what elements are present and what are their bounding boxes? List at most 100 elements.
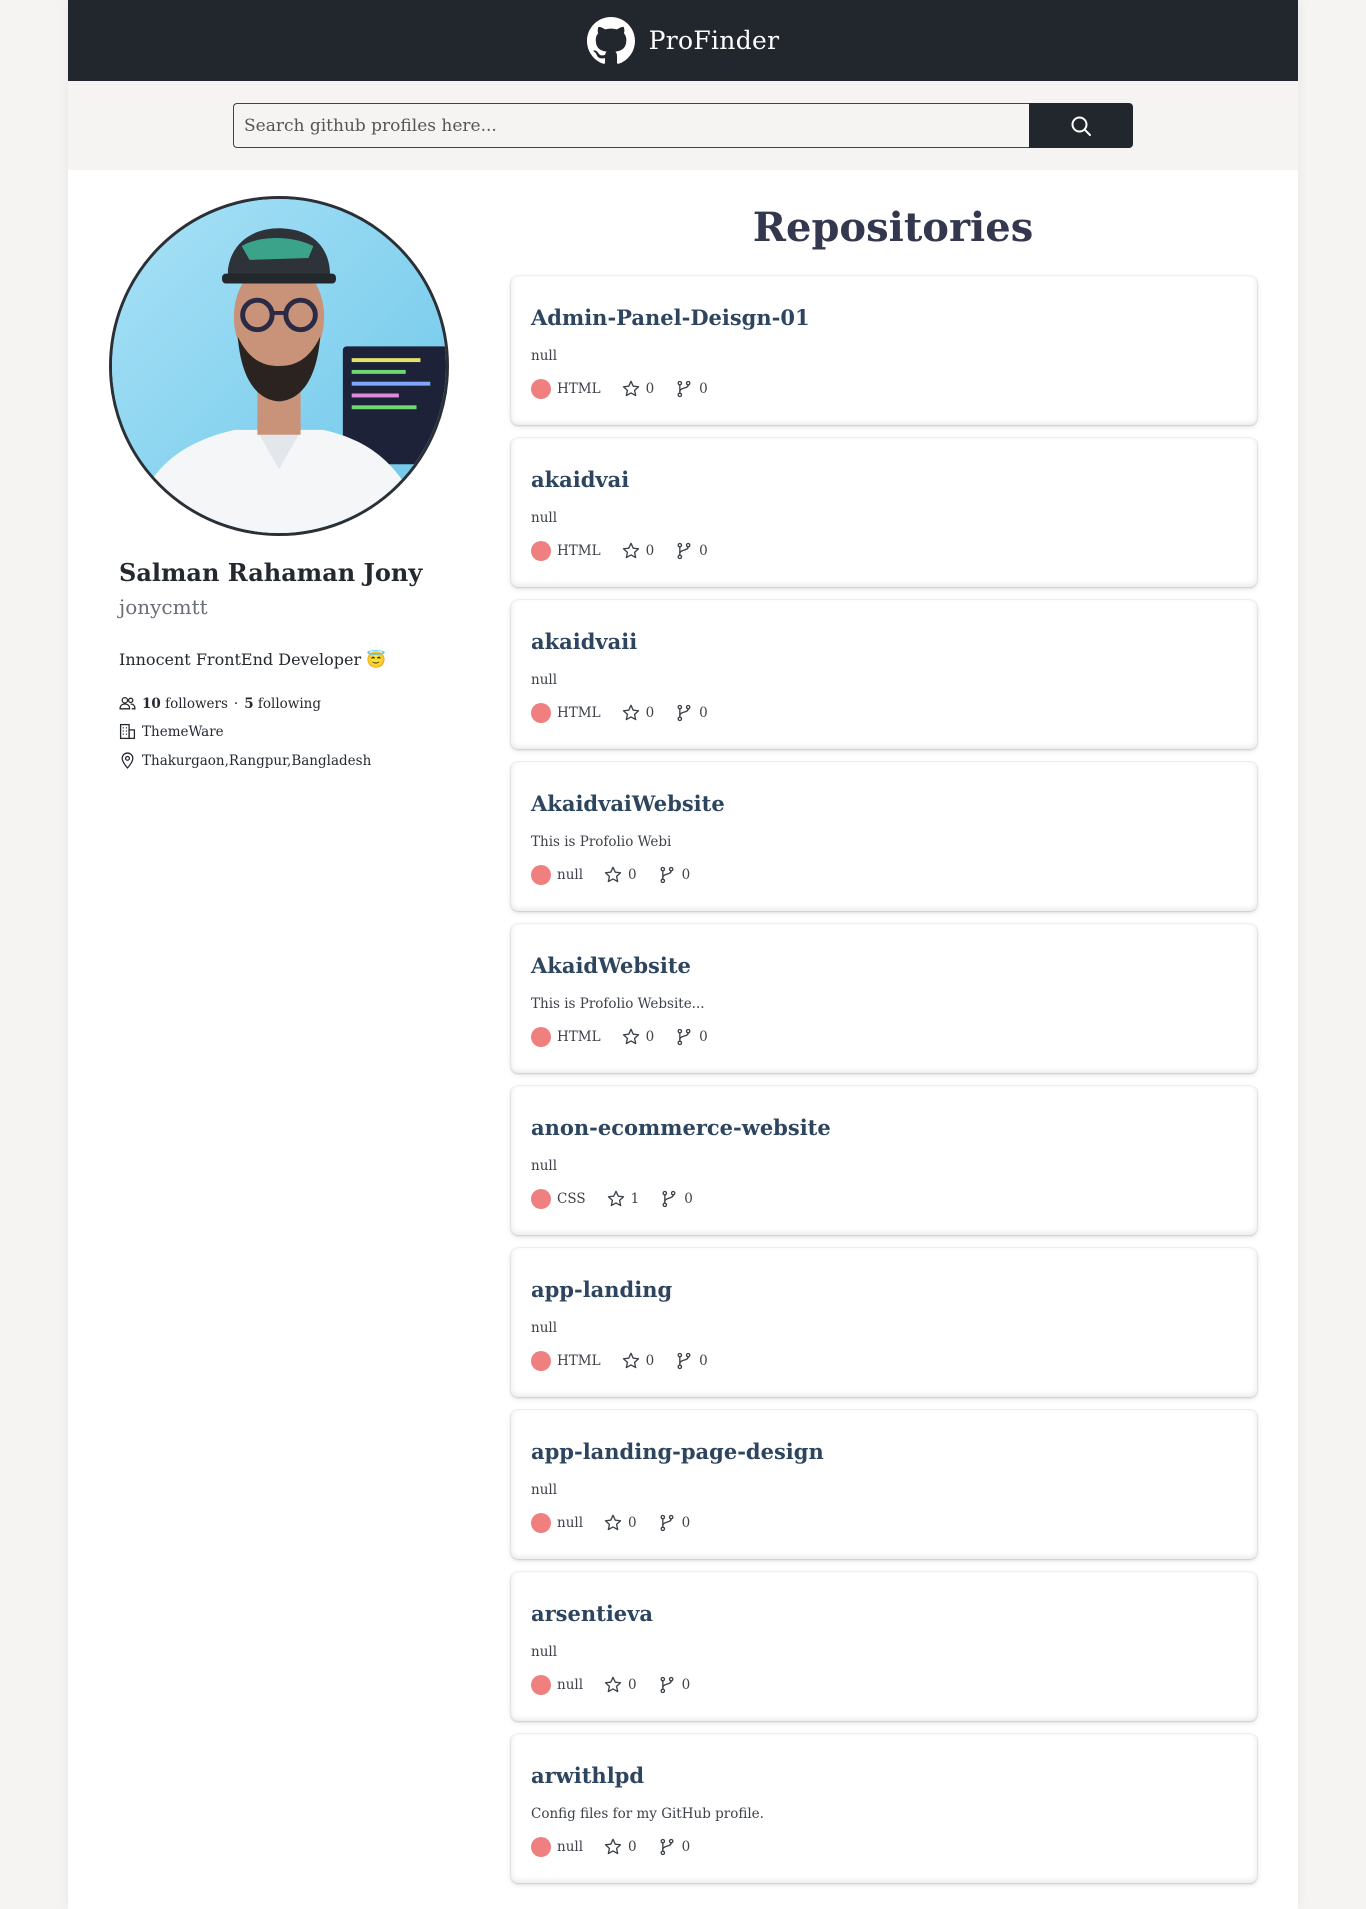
followers-link[interactable]: 10 followers xyxy=(142,696,228,712)
repository-forks: 0 xyxy=(684,1191,693,1207)
language-color-dot xyxy=(531,1675,551,1695)
repository-list: Admin-Panel-Deisgn-01 null HTML 0 0 akai… xyxy=(511,276,1257,1896)
repository-card: Admin-Panel-Deisgn-01 null HTML 0 0 xyxy=(511,276,1257,425)
language-color-dot xyxy=(531,1027,551,1047)
language-color-dot xyxy=(531,703,551,723)
repository-forks: 0 xyxy=(699,381,708,397)
repository-language: CSS xyxy=(557,1191,586,1207)
repository-card: akaidvai null HTML 0 0 xyxy=(511,438,1257,587)
repository-stars: 0 xyxy=(645,705,655,721)
language-color-dot xyxy=(531,1513,551,1533)
followers-count: 10 xyxy=(142,695,161,712)
repository-description: null xyxy=(531,1158,558,1174)
repository-language: null xyxy=(557,1677,584,1693)
location-text: Thakurgaon,Rangpur,Bangladesh xyxy=(142,752,372,769)
star-icon xyxy=(622,1028,639,1045)
repository-description: null xyxy=(531,510,558,526)
language-color-dot xyxy=(531,1837,551,1857)
search-bar-area xyxy=(68,81,1298,170)
repository-card: app-landing null HTML 0 0 xyxy=(511,1248,1257,1397)
language-color-dot xyxy=(531,379,551,399)
company-name: ThemeWare xyxy=(142,723,224,740)
repository-language: null xyxy=(557,1839,584,1855)
profile-login[interactable]: jonycmtt xyxy=(119,595,208,619)
search-icon xyxy=(1071,116,1091,136)
following-label: following xyxy=(257,695,322,712)
repository-forks: 0 xyxy=(681,1515,691,1531)
fork-icon xyxy=(677,542,691,560)
repository-card: anon-ecommerce-website null CSS 1 0 xyxy=(511,1086,1257,1235)
repository-name-link[interactable]: arsentieva xyxy=(531,1601,653,1626)
language-color-dot xyxy=(531,865,551,885)
location-row: Thakurgaon,Rangpur,Bangladesh xyxy=(119,752,371,769)
fork-icon xyxy=(677,704,691,722)
search-input[interactable] xyxy=(233,103,1029,148)
language-color-dot xyxy=(531,1189,551,1209)
repository-name-link[interactable]: anon-ecommerce-website xyxy=(531,1115,831,1140)
repository-description: This is Profolio Webi xyxy=(531,834,672,850)
repository-description: null xyxy=(531,1320,558,1336)
repository-name-link[interactable]: app-landing-page-design xyxy=(531,1439,824,1464)
star-icon xyxy=(622,542,639,559)
building-icon xyxy=(119,723,136,740)
repository-card: arsentieva null null 0 0 xyxy=(511,1572,1257,1721)
repository-stars: 0 xyxy=(645,381,655,397)
repository-language: HTML xyxy=(557,543,601,559)
language-color-dot xyxy=(531,541,551,561)
fork-icon xyxy=(660,866,674,884)
repository-meta: HTML 0 0 xyxy=(531,1351,708,1371)
repository-name-link[interactable]: akaidvai xyxy=(531,467,629,492)
repository-stars: 0 xyxy=(645,543,655,559)
star-icon xyxy=(604,1838,622,1855)
repository-forks: 0 xyxy=(681,1677,691,1693)
star-icon xyxy=(622,704,639,721)
github-icon[interactable] xyxy=(586,16,635,65)
repository-forks: 0 xyxy=(699,1029,708,1045)
repository-forks: 0 xyxy=(681,867,691,883)
fork-icon xyxy=(660,1838,674,1856)
people-icon xyxy=(119,697,136,710)
avatar-photo xyxy=(112,199,446,533)
repository-stars: 0 xyxy=(628,1677,637,1693)
star-icon xyxy=(622,380,639,397)
repository-meta: HTML 0 0 xyxy=(531,703,708,723)
fork-icon xyxy=(677,1352,691,1370)
meta-separator: · xyxy=(233,695,239,712)
repository-name-link[interactable]: arwithlpd xyxy=(531,1763,644,1788)
repository-stars: 0 xyxy=(628,1515,637,1531)
repository-card: akaidvaii null HTML 0 0 xyxy=(511,600,1257,749)
repository-card: app-landing-page-design null null 0 0 xyxy=(511,1410,1257,1559)
repository-stars: 0 xyxy=(645,1353,655,1369)
repository-name-link[interactable]: AkaidWebsite xyxy=(531,953,691,978)
repository-forks: 0 xyxy=(699,543,708,559)
language-color-dot xyxy=(531,1351,551,1371)
repository-name-link[interactable]: Admin-Panel-Deisgn-01 xyxy=(531,305,810,330)
repository-name-link[interactable]: akaidvaii xyxy=(531,629,637,654)
repository-description: null xyxy=(531,1482,558,1498)
repository-language: null xyxy=(557,1515,584,1531)
location-pin-icon xyxy=(121,752,134,769)
profile-name: Salman Rahaman Jony xyxy=(119,558,423,587)
repository-meta: null 0 0 xyxy=(531,1837,690,1857)
page-container: ProFinder Search github profiles here...… xyxy=(68,0,1298,1909)
repository-description: This is Profolio Website... xyxy=(531,996,705,1012)
search-button[interactable] xyxy=(1029,103,1133,148)
star-icon xyxy=(604,1514,622,1531)
brand-title[interactable]: ProFinder xyxy=(649,26,780,55)
fork-icon xyxy=(677,380,691,398)
star-icon xyxy=(607,1190,624,1207)
repository-meta: HTML 0 0 xyxy=(531,1027,708,1047)
repository-stars: 0 xyxy=(645,1029,655,1045)
fork-icon xyxy=(662,1190,676,1208)
repository-card: AkaidvaiWebsite This is Profolio Webi nu… xyxy=(511,762,1257,911)
top-navbar: ProFinder xyxy=(68,0,1298,81)
repository-forks: 0 xyxy=(681,1839,691,1855)
repository-description: null xyxy=(531,672,558,688)
repository-language: HTML xyxy=(557,705,601,721)
following-link[interactable]: 5 following xyxy=(244,696,321,712)
repository-description: Config files for my GitHub profile. xyxy=(531,1806,764,1822)
repository-name-link[interactable]: AkaidvaiWebsite xyxy=(531,791,725,816)
repository-description: null xyxy=(531,348,558,364)
repository-meta: null 0 0 xyxy=(531,1675,690,1695)
repository-name-link[interactable]: app-landing xyxy=(531,1277,672,1302)
